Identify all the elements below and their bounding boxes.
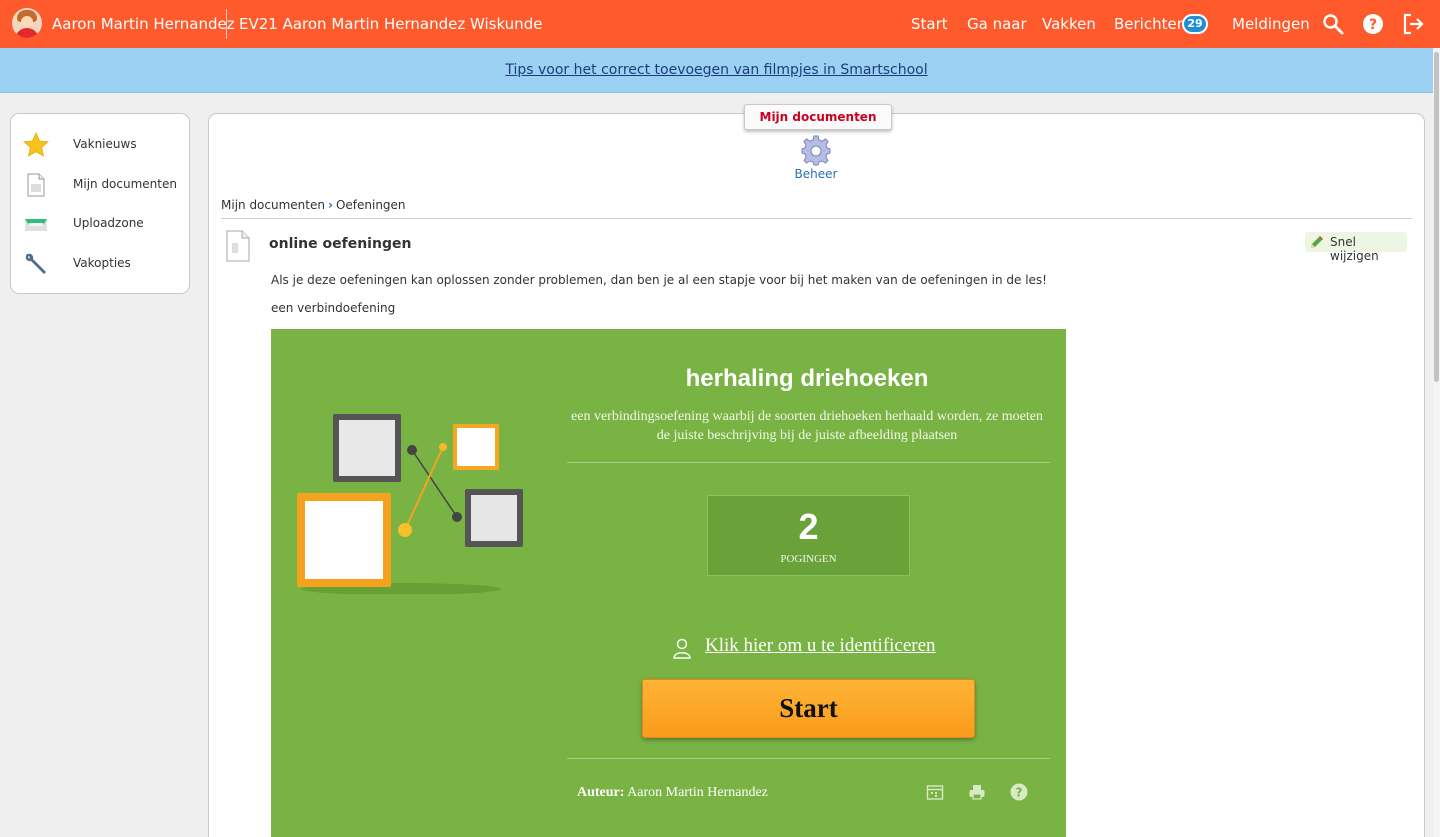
file-icon — [224, 229, 252, 263]
section-title-tab: Mijn documenten — [744, 104, 892, 130]
document-icon — [23, 172, 49, 198]
exercise-title: herhaling driehoeken — [685, 365, 929, 392]
nav-berichten[interactable]: Berichten — [1114, 15, 1186, 33]
author-label: Auteur: — [577, 785, 625, 800]
exercise-subtitle: een verbindingsoefening waarbij de soort… — [571, 409, 1043, 443]
start-button[interactable]: Start — [642, 679, 975, 738]
main-panel: Mijn documenten Beheer Mijn documenten › O… — [208, 104, 1425, 837]
breadcrumb-item-oefeningen[interactable]: Oefeningen — [336, 198, 406, 212]
sidebar-item-label: Mijn documenten — [73, 177, 177, 191]
quick-edit-button[interactable]: Snel wijzigen — [1305, 232, 1407, 263]
star-icon — [23, 132, 49, 158]
sidebar-item-vaknieuws[interactable]: Vaknieuws — [21, 129, 186, 159]
calendar-icon[interactable] — [926, 783, 944, 801]
nav-start[interactable]: Start — [911, 15, 948, 33]
connect-exercise-illustration — [297, 414, 523, 594]
beheer-label: Beheer — [794, 167, 838, 181]
sidebar: Vaknieuws Mijn documenten Uploadzone Vak… — [10, 113, 190, 294]
document-description: Als je deze oefeningen kan oplossen zond… — [271, 273, 1047, 287]
breadcrumb: Mijn documenten › Oefeningen — [221, 198, 406, 212]
nav-ga-naar[interactable]: Ga naar — [967, 15, 1027, 33]
chevron-right-icon: › — [327, 198, 333, 212]
document-title: online oefeningen — [269, 236, 412, 252]
print-icon[interactable] — [968, 783, 986, 801]
section-title: Mijn documenten — [759, 110, 877, 124]
help-icon[interactable]: ? — [1010, 783, 1028, 801]
pencil-icon — [1309, 234, 1325, 250]
exercise-subheading: een verbindoefening — [271, 301, 396, 315]
svg-text:?: ? — [1016, 786, 1023, 800]
scrollbar-thumb[interactable] — [1434, 52, 1439, 382]
breadcrumb-item-mijn-documenten[interactable]: Mijn documenten — [221, 198, 325, 212]
search-icon[interactable] — [1321, 12, 1345, 36]
sidebar-item-uploadzone[interactable]: Uploadzone — [21, 208, 186, 238]
page-scrollbar[interactable] — [1433, 48, 1440, 837]
sidebar-item-label: Vaknieuws — [73, 137, 137, 151]
gear-icon — [801, 135, 831, 166]
start-button-label: Start — [779, 693, 838, 723]
sidebar-item-vakopties[interactable]: Vakopties — [21, 248, 186, 278]
sidebar-item-label: Vakopties — [73, 256, 131, 270]
nav-vakken[interactable]: Vakken — [1042, 15, 1096, 33]
topbar-divider — [226, 9, 227, 39]
divider — [567, 462, 1050, 463]
author: Auteur: Aaron Martin Hernandez — [577, 785, 768, 801]
attempts-value: 2 — [798, 506, 819, 547]
author-name: Aaron Martin Hernandez — [627, 785, 768, 800]
inbox-icon — [23, 211, 49, 237]
sidebar-item-label: Uploadzone — [73, 216, 144, 230]
quick-edit-label: Snel wijzigen — [1330, 235, 1379, 263]
attempts-label: POGINGEN — [780, 553, 837, 565]
user-icon — [673, 638, 691, 659]
divider — [567, 758, 1050, 759]
tip-banner: Tips voor het correct toevoegen van film… — [0, 48, 1433, 93]
avatar[interactable] — [12, 8, 42, 38]
exercise-widget: herhaling driehoeken een verbindingsoefe… — [271, 329, 1066, 837]
attempts-box: 2 POGINGEN — [707, 495, 910, 576]
top-bar: Aaron Martin Hernandez EV21 Aaron Martin… — [0, 0, 1440, 48]
logout-icon[interactable] — [1401, 12, 1425, 36]
user-name[interactable]: Aaron Martin Hernandez — [52, 15, 235, 33]
messages-badge[interactable]: 29 — [1182, 14, 1208, 34]
divider — [221, 218, 1412, 219]
course-title[interactable]: EV21 Aaron Martin Hernandez Wiskunde — [239, 15, 542, 33]
wrench-icon — [23, 251, 49, 277]
sidebar-item-mijn-documenten[interactable]: Mijn documenten — [21, 169, 186, 199]
identify-link-label: Klik hier om u te identificeren — [705, 635, 936, 656]
identify-link[interactable]: Klik hier om u te identificeren — [671, 635, 971, 659]
svg-text:?: ? — [1369, 17, 1377, 33]
tips-link[interactable]: Tips voor het correct toevoegen van film… — [505, 62, 927, 78]
help-icon[interactable]: ? — [1361, 12, 1385, 36]
nav-meldingen[interactable]: Meldingen — [1232, 15, 1310, 33]
beheer-button[interactable]: Beheer — [789, 134, 843, 181]
